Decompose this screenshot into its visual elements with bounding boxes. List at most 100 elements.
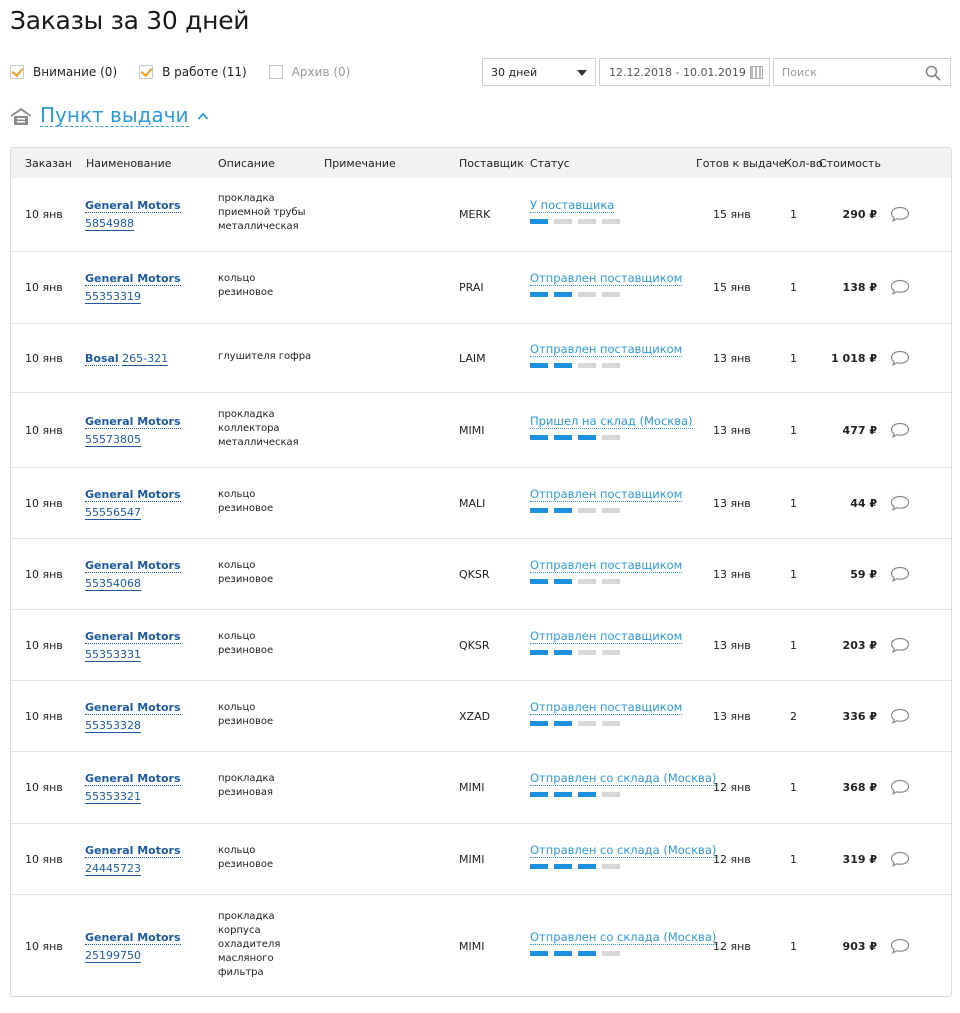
supplier-code: MIMI — [459, 781, 485, 794]
filter-attention-label: Внимание (0) — [33, 65, 118, 79]
order-status: У поставщика — [530, 197, 720, 224]
part-code-link[interactable]: 55556547 — [85, 505, 141, 520]
part-code-link[interactable]: 24445723 — [85, 861, 141, 876]
supplier-code: QKSR — [459, 567, 490, 581]
manufacturer-link[interactable]: General Motors — [85, 843, 181, 858]
search-icon[interactable] — [925, 65, 941, 81]
comment-icon[interactable] — [890, 779, 910, 795]
order-status: Отправлен поставщиком — [530, 628, 720, 655]
ready-date: 13 янв — [713, 567, 751, 581]
status-link[interactable]: У поставщика — [530, 197, 615, 213]
progress-segment — [530, 863, 548, 869]
progress-segment — [530, 950, 548, 956]
progress-segment — [578, 218, 596, 224]
filter-in-work-label: В работе (11) — [162, 65, 247, 79]
supplier-code: MERK — [459, 207, 491, 221]
comment-icon[interactable] — [890, 938, 910, 954]
progress-segment — [578, 720, 596, 726]
table-row: 10 янв General Motors 5854988 прокладка прие… — [11, 178, 951, 251]
manufacturer-link[interactable]: Bosal — [85, 351, 119, 366]
column-ready: Готов к выдаче — [696, 157, 786, 170]
manufacturer-link[interactable]: General Motors — [85, 629, 181, 644]
status-link[interactable]: Отправлен поставщиком — [530, 699, 683, 715]
comment-icon[interactable] — [890, 422, 910, 438]
column-cost: Стоимость — [819, 157, 881, 170]
manufacturer-link[interactable]: General Motors — [85, 272, 181, 286]
comment-icon[interactable] — [890, 350, 910, 366]
calendar-icon[interactable] — [750, 66, 763, 79]
checkbox-checked-icon — [139, 65, 154, 79]
progress-segment — [602, 292, 620, 297]
comment-icon[interactable] — [890, 495, 910, 511]
status-link[interactable]: Отправлен со склада (Москва) — [530, 929, 717, 945]
comment-icon[interactable] — [890, 851, 910, 867]
part-code-link[interactable]: 55573805 — [85, 432, 141, 447]
pickup-point-header[interactable]: Пункт выдачи — [10, 104, 209, 127]
pickup-point-title[interactable]: Пункт выдачи — [40, 104, 189, 127]
ready-date: 15 янв — [713, 207, 751, 221]
comment-icon[interactable] — [890, 279, 910, 295]
status-progress-bar — [530, 863, 720, 869]
filter-archive-checkbox[interactable]: Архив (0) — [268, 65, 350, 79]
manufacturer-link[interactable]: General Motors — [85, 558, 181, 573]
price: 290 ₽ — [842, 207, 877, 221]
price: 44 ₽ — [850, 496, 877, 510]
ready-date: 12 янв — [713, 939, 751, 953]
status-link[interactable]: Отправлен поставщиком — [530, 557, 683, 573]
progress-segment — [578, 950, 596, 956]
manufacturer-link[interactable]: General Motors — [85, 772, 181, 786]
status-link[interactable]: Отправлен со склада (Москва) — [530, 771, 717, 786]
status-link[interactable]: Пришел на склад (Москва) — [530, 413, 693, 429]
description-line: прокладка — [218, 192, 275, 204]
table-row: 10 янв General Motors 55353331 кольцо резино… — [11, 609, 951, 680]
comment-icon[interactable] — [890, 637, 910, 653]
part-name: General Motors 5854988 — [85, 197, 185, 233]
status-link[interactable]: Отправлен поставщиком — [530, 271, 683, 286]
part-code-link[interactable]: 5854988 — [85, 216, 134, 231]
progress-segment — [530, 792, 548, 797]
date-range-value: 12.12.2018 - 10.01.2019 — [609, 65, 746, 79]
order-date: 10 янв — [25, 567, 63, 581]
status-link[interactable]: Отправлен поставщиком — [530, 628, 683, 644]
progress-segment — [554, 507, 572, 513]
filter-in-work-checkbox[interactable]: В работе (11) — [139, 65, 247, 79]
manufacturer-link[interactable]: General Motors — [85, 487, 181, 502]
status-link[interactable]: Отправлен поставщиком — [530, 486, 683, 502]
warehouse-icon — [11, 107, 31, 125]
description-line: кольцо — [218, 559, 256, 571]
supplier-code: QKSR — [459, 638, 490, 652]
manufacturer-link[interactable]: General Motors — [85, 198, 181, 213]
manufacturer-link[interactable]: General Motors — [85, 700, 181, 715]
order-status: Отправлен поставщиком — [530, 486, 720, 513]
part-code-link[interactable]: 55353321 — [85, 790, 141, 804]
search-input[interactable]: Поиск — [773, 58, 951, 86]
order-date: 10 янв — [25, 781, 63, 794]
period-select[interactable]: 30 дней — [482, 58, 596, 86]
quantity: 2 — [790, 709, 797, 723]
part-code-link[interactable]: 55353328 — [85, 718, 141, 733]
price: 1 018 ₽ — [831, 351, 877, 365]
manufacturer-link[interactable]: General Motors — [85, 414, 181, 429]
comment-icon[interactable] — [890, 206, 910, 222]
progress-segment — [530, 578, 548, 584]
status-link[interactable]: Отправлен поставщиком — [530, 341, 683, 357]
part-description: кольцо резиновое — [218, 630, 318, 658]
status-link[interactable]: Отправлен со склада (Москва) — [530, 842, 717, 858]
part-code-link[interactable]: 265-321 — [122, 351, 169, 366]
comment-icon[interactable] — [890, 708, 910, 724]
date-range-input[interactable]: 12.12.2018 - 10.01.2019 — [599, 58, 770, 86]
table-row: 10 янв General Motors 55354068 кольцо резино… — [11, 538, 951, 609]
chevron-up-icon[interactable] — [197, 112, 209, 120]
manufacturer-link[interactable]: General Motors — [85, 930, 181, 945]
filter-attention-checkbox[interactable]: Внимание (0) — [10, 65, 117, 79]
status-filters: Внимание (0) В работе (11) Архив (0) — [10, 62, 372, 82]
description-line: резиновое — [218, 644, 274, 656]
part-code-link[interactable]: 25199750 — [85, 948, 141, 963]
part-code-link[interactable]: 55354068 — [85, 576, 141, 591]
column-ordered: Заказан — [25, 157, 72, 170]
part-code-link[interactable]: 55353319 — [85, 290, 141, 304]
part-code-link[interactable]: 55353331 — [85, 647, 141, 662]
progress-segment — [530, 720, 548, 726]
progress-segment — [602, 649, 620, 655]
comment-icon[interactable] — [890, 566, 910, 582]
